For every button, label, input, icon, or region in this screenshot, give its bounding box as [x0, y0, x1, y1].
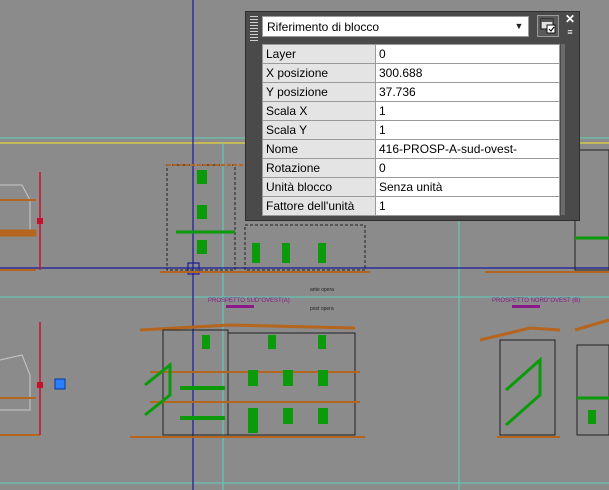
title-sud-ovest: PROSPETTO SUD"OVEST(A) [208, 298, 290, 304]
object-type-label: Riferimento di blocco [267, 20, 380, 34]
quick-select-button[interactable] [537, 15, 559, 37]
property-label: Scala X [262, 101, 376, 121]
ante-opera-label: ante opera [310, 287, 334, 293]
property-label: Y posizione [262, 82, 376, 102]
property-label: Layer [262, 44, 376, 64]
property-value[interactable]: 1 [375, 120, 560, 140]
object-type-dropdown[interactable]: Riferimento di blocco ▼ [262, 16, 529, 37]
property-row[interactable]: Scala X 1 [262, 101, 560, 121]
post-opera-building [130, 323, 365, 438]
properties-table: Layer 0 X posizione 300.688 Y posizione … [262, 44, 560, 216]
property-value[interactable]: 416-PROSP-A-sud-ovest- [375, 139, 560, 159]
property-row[interactable]: Scala Y 1 [262, 120, 560, 140]
property-label: Nome [262, 139, 376, 159]
property-row[interactable]: Fattore dell'unità 1 [262, 196, 560, 216]
property-value[interactable]: 1 [375, 101, 560, 121]
property-value[interactable]: 37.736 [375, 82, 560, 102]
chevron-down-icon[interactable]: ▼ [512, 19, 526, 34]
property-row[interactable]: Layer 0 [262, 44, 560, 64]
property-value[interactable]: Senza unità [375, 177, 560, 197]
title-nord-ovest: PROSPETTO NORD"OVEST (B) [492, 298, 580, 304]
close-icon[interactable]: ✕ [564, 13, 576, 25]
property-value[interactable]: 1 [375, 196, 560, 216]
right-building [479, 318, 609, 438]
property-value[interactable]: 0 [375, 158, 560, 178]
property-value[interactable]: 300.688 [375, 63, 560, 83]
left-building-top [0, 172, 43, 271]
properties-palette: Riferimento di blocco ▼ ✕ ≡ Layer 0 X po… [245, 11, 580, 221]
property-row[interactable]: Unità blocco Senza unità [262, 177, 560, 197]
post-opera-label: post opera [310, 306, 334, 312]
property-label: X posizione [262, 63, 376, 83]
property-label: Scala Y [262, 120, 376, 140]
property-row[interactable]: X posizione 300.688 [262, 63, 560, 83]
property-row[interactable]: Y posizione 37.736 [262, 82, 560, 102]
property-row[interactable]: Nome 416-PROSP-A-sud-ovest- [262, 139, 560, 159]
quick-select-icon [540, 18, 556, 34]
palette-grip-handle[interactable] [250, 16, 258, 41]
property-label: Unità blocco [262, 177, 376, 197]
property-value[interactable]: 0 [375, 44, 560, 64]
property-row[interactable]: Rotazione 0 [262, 158, 560, 178]
property-label: Fattore dell'unità [262, 196, 376, 216]
grip-square[interactable] [54, 378, 66, 390]
palette-menu-icon[interactable]: ≡ [564, 27, 576, 37]
palette-scrollbar[interactable] [561, 44, 565, 215]
title-underline-left [226, 305, 254, 308]
property-label: Rotazione [262, 158, 376, 178]
title-underline-right [512, 305, 540, 308]
left-building-bottom [0, 322, 66, 436]
